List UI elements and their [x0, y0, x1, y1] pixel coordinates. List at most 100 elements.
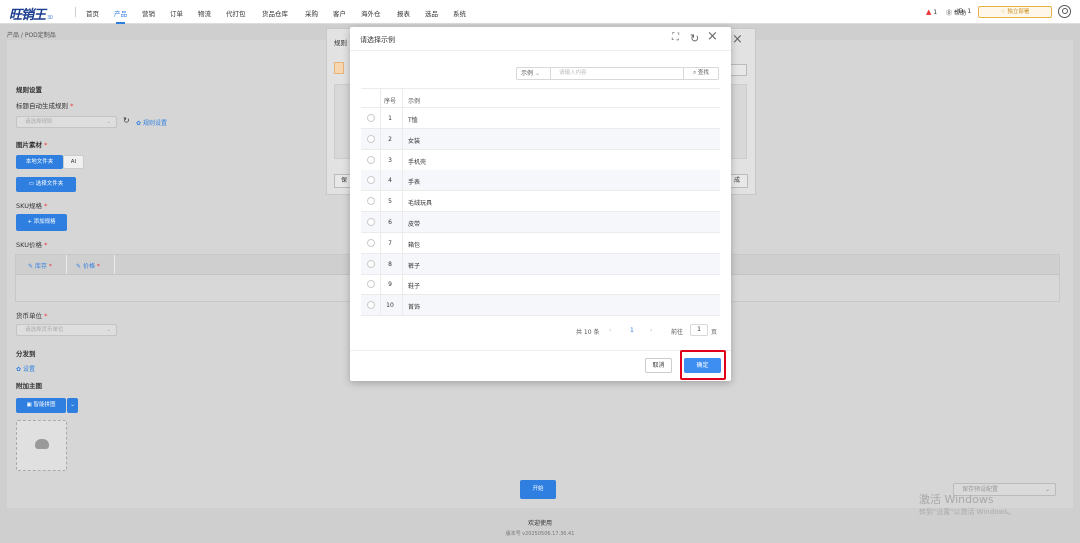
prev-page-icon[interactable]: ‹ — [609, 327, 611, 334]
nav-purchase[interactable]: 采购 — [305, 8, 318, 18]
search-icon: ⌕ — [693, 70, 697, 76]
windows-watermark: 激活 Windows — [919, 493, 994, 506]
row-example-name: T恤 — [408, 117, 418, 124]
button-label: 选择文件夹 — [35, 181, 64, 187]
diamond-icon: ♢ — [1000, 9, 1006, 15]
table-row[interactable]: 4 手表 — [361, 170, 720, 192]
search-button[interactable]: ⌕ 查找 — [683, 68, 718, 79]
next-page-icon[interactable]: › — [650, 327, 652, 334]
page-number-current[interactable]: 1 — [630, 327, 634, 334]
select-folder-button[interactable]: ▭ 选择文件夹 — [16, 177, 76, 192]
table-row[interactable]: 9 鞋子 — [361, 274, 720, 296]
close-icon[interactable]: × — [732, 32, 743, 47]
nav-marketing[interactable]: 营销 — [142, 8, 155, 18]
divider — [380, 149, 381, 170]
row-radio[interactable] — [367, 134, 375, 143]
row-example-name: 女装 — [408, 137, 421, 145]
table-row[interactable]: 3 手机壳 — [361, 149, 720, 171]
table-row[interactable]: 5 毛绒玩具 — [361, 191, 720, 213]
table-row[interactable]: 2 女装 — [361, 128, 720, 150]
currency-select[interactable]: 请选择货币单位 ⌄ — [16, 324, 117, 336]
row-example-name: 毛绒玩具 — [408, 200, 433, 208]
logo-text: 旺销王 — [9, 8, 46, 23]
column-label: 库存 — [34, 263, 47, 270]
row-radio[interactable] — [367, 301, 375, 310]
divider — [380, 295, 381, 316]
row-index: 2 — [388, 135, 392, 143]
cancel-button[interactable]: 取消 — [645, 358, 672, 373]
table-row[interactable]: 10 首饰 — [361, 295, 720, 317]
row-example-name: 裤子 — [408, 262, 421, 270]
nav-system[interactable]: 系统 — [453, 8, 466, 18]
nav-home[interactable]: 首页 — [86, 8, 99, 18]
table-row[interactable]: 8 裤子 — [361, 253, 720, 275]
alert-indicator[interactable]: ▲ 1 — [926, 8, 937, 16]
deploy-label: 独立部署 — [1007, 9, 1030, 15]
search-input[interactable]: 请输入内容 — [551, 68, 683, 79]
distribute-settings-link[interactable]: ✿ 设置 — [16, 364, 35, 373]
user-avatar-icon[interactable] — [1058, 5, 1071, 18]
deploy-button[interactable]: ♢ 独立部署 — [978, 6, 1052, 18]
smart-combine-dropdown[interactable]: ⌄ — [67, 398, 78, 413]
row-example-name: 手机壳 — [408, 158, 427, 166]
app-logo[interactable]: 旺销王 3.0 — [9, 4, 53, 23]
nav-orders[interactable]: 订单 — [170, 8, 183, 18]
nav-warehouse[interactable]: 货品仓库 — [262, 8, 288, 18]
warning-icon — [334, 62, 344, 74]
link-label: 规则设置 — [142, 120, 167, 127]
row-radio[interactable] — [367, 218, 375, 226]
price-column-header[interactable]: ✎ 价格 * — [76, 261, 100, 270]
refresh-icon[interactable]: ↻ — [690, 32, 699, 45]
table-row[interactable]: 7 箱包 — [361, 232, 720, 254]
section-rule-settings: 规则设置 — [16, 86, 42, 94]
nav-products[interactable]: 产品 — [114, 8, 127, 18]
top-navbar: 旺销王 3.0 首页 产品 营销 订单 物流 代打包 货品仓库 采购 客户 海外仓… — [0, 0, 1080, 24]
search-type-select[interactable]: 示例 ⌄ — [517, 68, 551, 79]
folder-icon: ▭ — [28, 181, 34, 187]
row-radio[interactable] — [367, 280, 375, 289]
image-upload-area[interactable] — [16, 420, 67, 471]
divider — [380, 191, 381, 212]
footer-version: 版本号 v20250506.17.36.41 — [505, 531, 575, 537]
nav-customers[interactable]: 客户 — [333, 8, 346, 18]
button-label: 智能拼图 — [33, 402, 56, 408]
page-jump-input[interactable]: 1 — [690, 324, 708, 336]
row-radio[interactable] — [367, 114, 375, 122]
close-icon[interactable]: × — [707, 29, 718, 44]
table-row[interactable]: 1 T恤 — [361, 108, 720, 129]
gear-icon: ✿ — [136, 120, 142, 127]
add-spec-button[interactable]: + 添加规格 — [16, 214, 67, 231]
divider — [380, 170, 381, 191]
row-index: 8 — [388, 260, 392, 268]
cloud-upload-icon — [35, 439, 49, 449]
refresh-icon[interactable]: ↻ — [123, 116, 130, 125]
table-header: 序号 示例 — [361, 88, 720, 108]
divider — [402, 89, 403, 107]
example-column-header: 示例 — [408, 98, 421, 105]
start-button[interactable]: 开始 — [520, 480, 556, 499]
nav-reports[interactable]: 报表 — [397, 8, 410, 18]
tab-ai[interactable]: AI — [63, 155, 84, 169]
smart-combine-button[interactable]: ▣ 智能拼图 — [16, 398, 66, 413]
nav-logistics[interactable]: 物流 — [198, 8, 211, 18]
stock-column-header[interactable]: ✎ 库存 * — [28, 261, 52, 270]
tab-local-folder[interactable]: 本地文件夹 — [16, 155, 63, 169]
row-radio[interactable] — [367, 176, 375, 185]
row-example-name: 首饰 — [408, 304, 421, 312]
rule-settings-link[interactable]: ✿ 规则设置 — [136, 118, 167, 127]
title-rule-select[interactable]: 请选择规则 ⌄ — [16, 116, 117, 128]
search-bar: 示例 ⌄ 请输入内容 ⌕ 查找 — [516, 67, 719, 80]
row-radio[interactable] — [367, 155, 375, 164]
warning-icon: ▲ — [926, 8, 932, 16]
row-radio[interactable] — [367, 259, 375, 268]
row-radio[interactable] — [367, 197, 375, 206]
row-radio[interactable] — [367, 238, 375, 247]
goto-label: 前往 — [671, 329, 684, 336]
nav-overseas[interactable]: 海外仓 — [361, 8, 381, 18]
table-row[interactable]: 6 皮带 — [361, 212, 720, 233]
divider — [66, 255, 67, 274]
nav-packing[interactable]: 代打包 — [226, 8, 246, 18]
row-index: 3 — [388, 156, 392, 164]
nav-selection[interactable]: 选品 — [425, 8, 438, 18]
fullscreen-icon[interactable]: ⛶ — [672, 32, 679, 43]
